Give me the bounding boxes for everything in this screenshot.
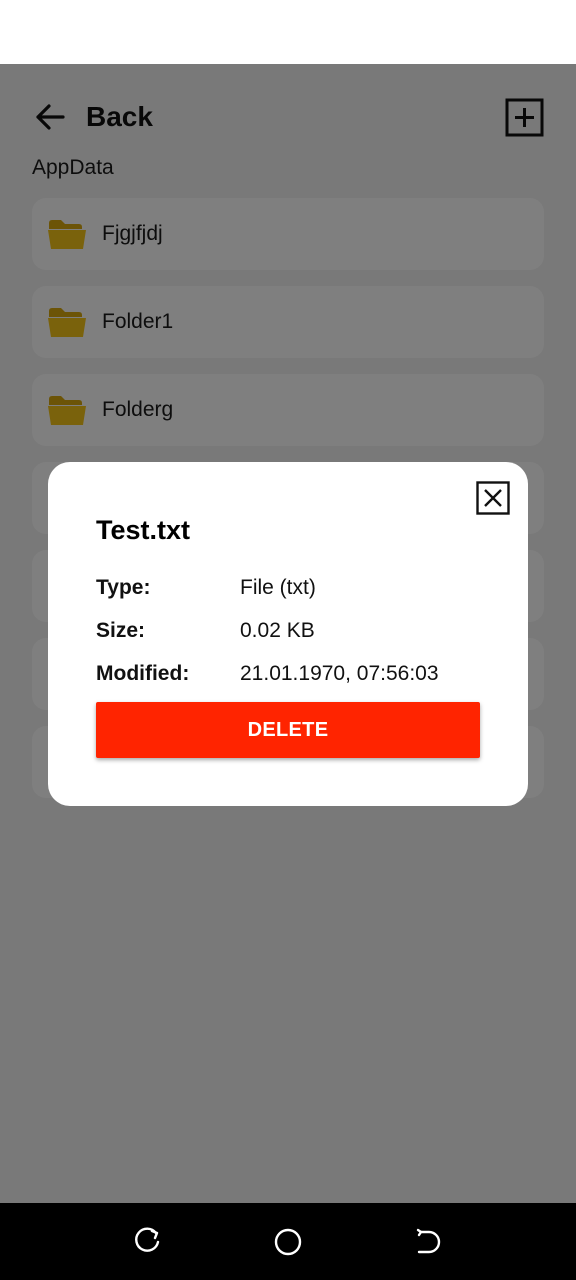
recent-apps-button[interactable] — [130, 1225, 164, 1259]
dialog-title: Test.txt — [96, 515, 191, 545]
info-value: 21.01.1970, 07:56:03 — [240, 662, 439, 685]
nav-back-icon — [416, 1228, 441, 1254]
home-button[interactable] — [271, 1225, 305, 1259]
nav-back-button[interactable] — [411, 1225, 445, 1259]
recent-apps-icon — [135, 1227, 160, 1252]
status-bar — [0, 0, 576, 64]
info-row-modified: Modified: 21.01.1970, 07:56:03 — [96, 662, 496, 692]
info-row-size: Size: 0.02 KB — [96, 619, 496, 649]
file-info-dialog: Test.txt Type: File (txt) Size: 0.02 KB … — [48, 462, 528, 806]
system-nav-bar — [0, 1203, 576, 1280]
info-value: File (txt) — [240, 576, 316, 599]
info-label: Size: — [96, 619, 146, 642]
delete-button[interactable]: DELETE — [96, 702, 480, 758]
info-row-type: Type: File (txt) — [96, 576, 496, 606]
close-button[interactable] — [476, 481, 510, 515]
info-label: Type: — [96, 576, 151, 599]
home-circle-icon — [274, 1228, 302, 1256]
info-label: Modified: — [96, 662, 190, 685]
info-value: 0.02 KB — [240, 619, 315, 642]
close-box-icon — [476, 481, 510, 515]
